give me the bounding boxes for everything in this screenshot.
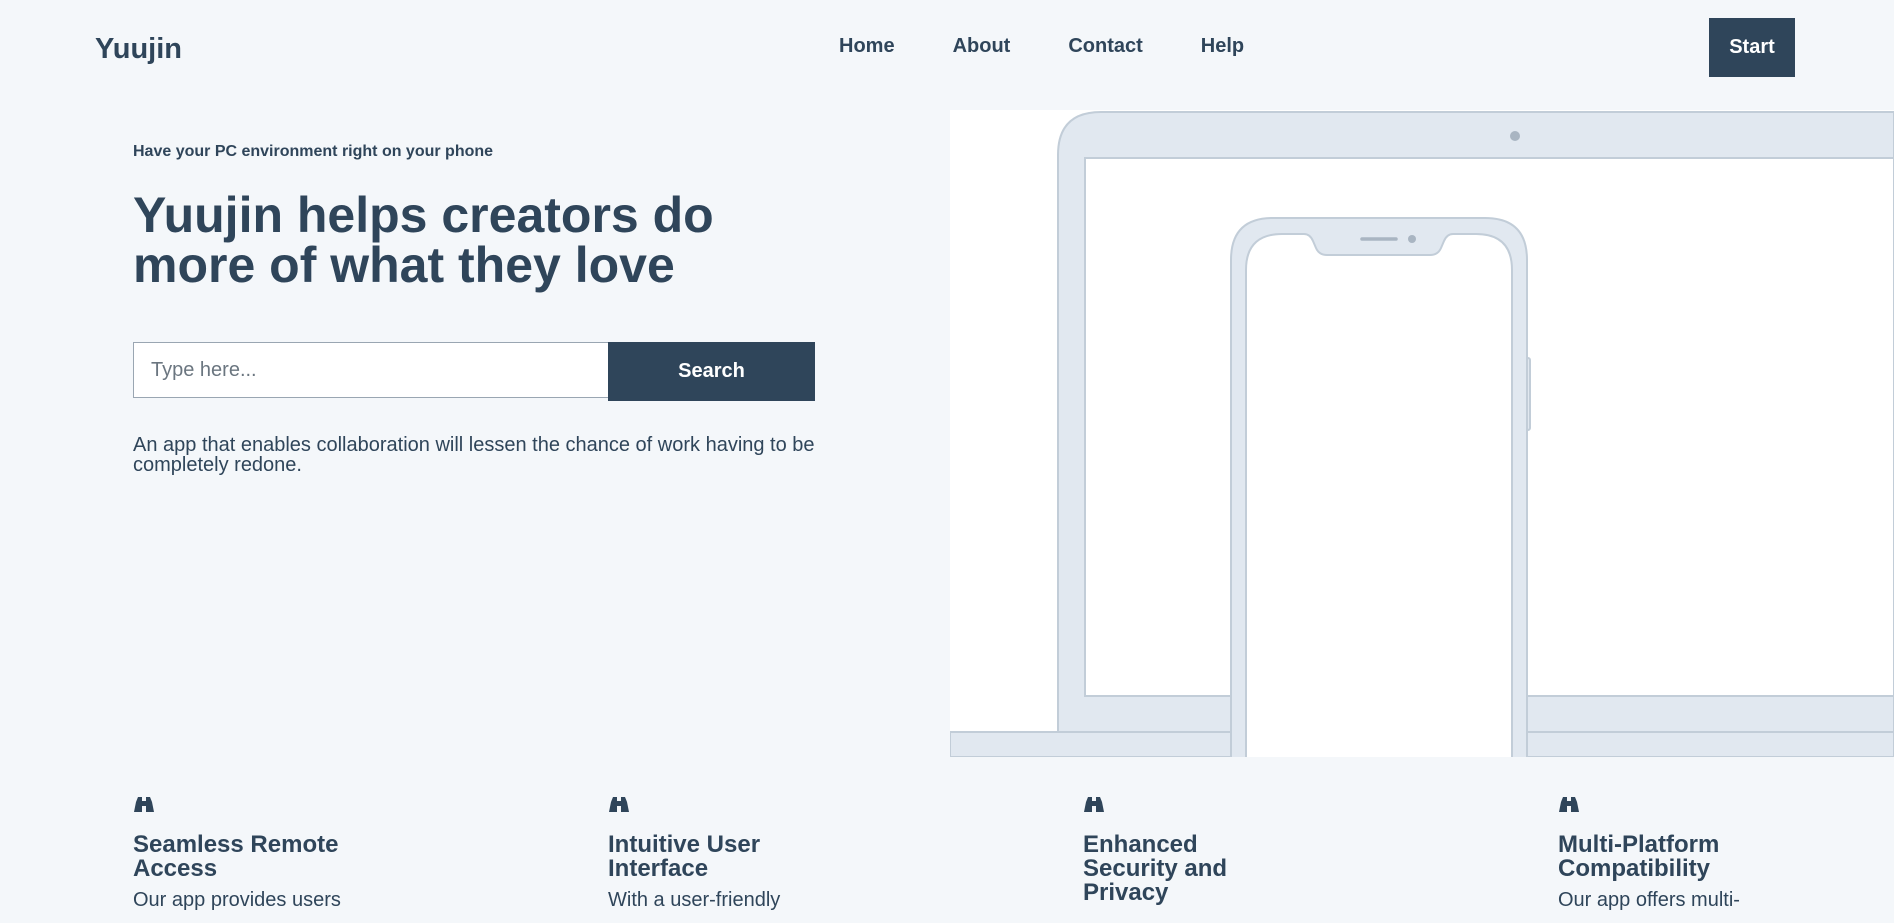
- laptop-camera: [1510, 131, 1520, 141]
- phone-graphic: [1230, 217, 1531, 757]
- binoculars-icon: [1084, 797, 1104, 812]
- feature-card: Multi-Platform Compatibility Our app off…: [1558, 795, 1808, 911]
- nav-link-home[interactable]: Home: [839, 34, 895, 58]
- nav-link-about[interactable]: About: [953, 34, 1011, 58]
- logo[interactable]: Yuujin: [95, 33, 182, 66]
- phone-screen: [1245, 233, 1513, 757]
- feature-card: Seamless Remote Access Our app provides …: [133, 795, 383, 911]
- feature-text: Our app provides users: [133, 889, 341, 911]
- start-button[interactable]: Start: [1709, 18, 1795, 77]
- feature-title: Multi-Platform Compatibility: [1558, 831, 1720, 882]
- search-input[interactable]: [133, 342, 608, 398]
- phone-camera: [1408, 235, 1416, 243]
- feature-card: Intuitive User Interface With a user-fri…: [608, 795, 858, 911]
- hero-eyebrow: Have your PC environment right on your p…: [133, 143, 494, 160]
- search-bar: Search: [133, 342, 815, 401]
- binoculars-icon: [1559, 797, 1579, 812]
- feature-text: With a user-friendly: [608, 889, 781, 911]
- hero-illustration: [950, 110, 1894, 757]
- hero-headline: Yuujin helps creators do more of what th…: [133, 187, 714, 293]
- feature-title: Seamless Remote Access: [133, 831, 339, 882]
- feature-title: Enhanced Security and Privacy: [1083, 831, 1228, 906]
- feature-title: Intuitive User Interface: [608, 831, 761, 882]
- feature-card: Enhanced Security and Privacy: [1083, 795, 1333, 913]
- nav-link-help[interactable]: Help: [1201, 34, 1244, 58]
- binoculars-icon: [134, 797, 154, 812]
- search-button[interactable]: Search: [608, 342, 815, 401]
- laptop-and-phone-illustration: [950, 111, 1894, 757]
- nav-link-contact[interactable]: Contact: [1068, 34, 1142, 58]
- main-nav: Home About Contact Help: [839, 34, 1302, 58]
- binoculars-icon: [609, 797, 629, 812]
- feature-text: Our app offers multi-: [1558, 889, 1740, 911]
- hero-description: An app that enables collaboration will l…: [133, 434, 815, 476]
